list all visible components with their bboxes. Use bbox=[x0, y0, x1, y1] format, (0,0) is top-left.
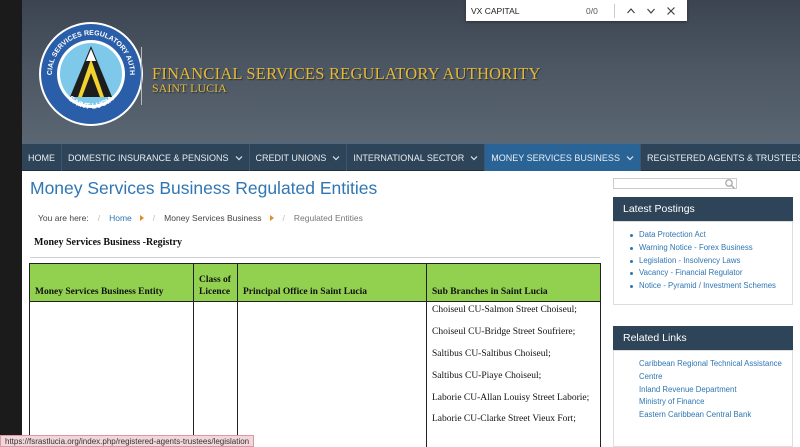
header-divider bbox=[141, 47, 142, 105]
table-row: Choiseul CU-Salmon Street Choiseul; Chois… bbox=[29, 301, 601, 447]
nav-item-label: DOMESTIC INSURANCE & PENSIONS bbox=[68, 152, 229, 163]
column-header-principal-office: Principal Office in Saint Lucia bbox=[237, 263, 427, 302]
breadcrumb-separator: / bbox=[97, 213, 101, 223]
table-header-row: Money Services Business Entity Class of … bbox=[29, 263, 601, 302]
list-item: Saltibus CU-Saltibus Choiseul; bbox=[432, 348, 551, 359]
page-title: Money Services Business Regulated Entiti… bbox=[30, 178, 378, 198]
breadcrumb-prefix: You are here: bbox=[38, 213, 89, 223]
close-icon bbox=[667, 6, 675, 15]
sidebar-link[interactable]: Warning Notice - Forex Business bbox=[630, 242, 792, 255]
search-icon[interactable] bbox=[724, 178, 736, 190]
status-url-tooltip: https://fsrastlucia.org/index.php/regist… bbox=[0, 435, 255, 447]
related-links-panel: Caribbean Regional Technical Assistance C… bbox=[613, 350, 793, 447]
column-header-sub-branches: Sub Branches in Saint Lucia bbox=[426, 263, 601, 302]
nav-item-domestic-insurance-pensions[interactable]: DOMESTIC INSURANCE & PENSIONS bbox=[62, 144, 250, 171]
nav-item-registered-agents-trustees[interactable]: REGISTERED AGENTS & TRUSTEES bbox=[641, 144, 800, 171]
chevron-down-icon bbox=[470, 155, 478, 160]
column-header-entity: Money Services Business Entity bbox=[29, 263, 194, 302]
breadcrumb-parent[interactable]: Money Services Business bbox=[164, 213, 261, 223]
fsra-logo[interactable]: FINANCIAL SERVICES REGULATORY AUTHORITY … bbox=[38, 21, 144, 127]
breadcrumb-current: Regulated Entities bbox=[293, 213, 363, 223]
find-input[interactable] bbox=[466, 0, 586, 21]
nav-item-credit-unions[interactable]: CREDIT UNIONS bbox=[250, 144, 348, 171]
chevron-down-icon bbox=[626, 155, 634, 160]
registry-heading: Money Services Business -Registry bbox=[34, 237, 183, 248]
breadcrumb: You are here: / Home / Money Services Bu… bbox=[38, 213, 363, 223]
sidebar-link[interactable]: Inland Revenue Department bbox=[630, 384, 792, 397]
org-subtitle: SAINT LUCIA bbox=[152, 81, 227, 95]
web-page: FINANCIAL SERVICES REGULATORY AUTHORITY … bbox=[22, 0, 800, 447]
list-item: Saltibus CU-Piaye Choiseul; bbox=[432, 370, 542, 381]
find-previous-button[interactable] bbox=[621, 1, 641, 21]
nav-item-label: INTERNATIONAL SECTOR bbox=[353, 152, 465, 163]
chevron-down-icon bbox=[235, 155, 242, 160]
list-item: Choiseul CU-Bridge Street Soufriere; bbox=[432, 326, 576, 337]
sidebar-link[interactable]: Vacancy - Financial Regulator bbox=[630, 267, 792, 280]
find-separator bbox=[614, 3, 615, 18]
browser-left-edge bbox=[0, 0, 22, 447]
related-links-heading: Related Links bbox=[613, 326, 793, 350]
sidebar-link[interactable]: Notice - Pyramid / Investment Schemes bbox=[630, 280, 792, 293]
nav-item-label: MONEY SERVICES BUSINESS bbox=[491, 152, 620, 163]
nav-item-money-services-business[interactable]: MONEY SERVICES BUSINESS bbox=[485, 144, 641, 171]
sidebar-link[interactable]: Legislation - Insolvency Laws bbox=[630, 255, 792, 268]
chevron-down-icon bbox=[647, 8, 655, 14]
sub-branches-cell: Choiseul CU-Salmon Street Choiseul; Chois… bbox=[426, 301, 601, 447]
chevron-up-icon bbox=[627, 7, 635, 13]
class-cell bbox=[193, 301, 238, 447]
breadcrumb-arrow-icon bbox=[269, 215, 274, 221]
column-header-class: Class of Licence bbox=[193, 263, 238, 302]
sidebar-link[interactable]: Centre bbox=[630, 371, 792, 384]
breadcrumb-separator: / bbox=[282, 213, 285, 223]
nav-item-label: CREDIT UNIONS bbox=[255, 152, 327, 163]
main-nav: HOME DOMESTIC INSURANCE & PENSIONS CREDIT … bbox=[22, 143, 800, 171]
find-bar: 0/0 bbox=[466, 0, 687, 21]
nav-item-label: REGISTERED AGENTS & TRUSTEES bbox=[646, 152, 800, 163]
entity-cell bbox=[29, 301, 194, 447]
sidebar-link[interactable]: Eastern Caribbean Central Bank bbox=[630, 409, 792, 422]
latest-postings-heading: Latest Postings bbox=[613, 197, 793, 221]
latest-postings-list: Data Protection Act Warning Notice - Fore… bbox=[614, 222, 792, 293]
latest-postings-panel: Data Protection Act Warning Notice - Fore… bbox=[613, 221, 793, 305]
breadcrumb-arrow-icon bbox=[139, 215, 144, 221]
nav-item-home[interactable]: HOME bbox=[22, 144, 62, 171]
list-item: Laborie CU-Allan Louisy Street Laborie; bbox=[432, 392, 590, 403]
registry-table: Money Services Business Entity Class of … bbox=[29, 263, 601, 447]
breadcrumb-home-link[interactable]: Home bbox=[109, 213, 132, 223]
list-item: Laborie CU-Clarke Street Vieux Fort; bbox=[432, 414, 576, 425]
sidebar-link[interactable]: Data Protection Act bbox=[630, 229, 792, 242]
chevron-down-icon bbox=[332, 155, 340, 160]
sidebar-link[interactable]: Caribbean Regional Technical Assistance bbox=[630, 358, 792, 371]
principal-office-cell bbox=[237, 301, 427, 447]
find-match-count: 0/0 bbox=[586, 5, 598, 16]
breadcrumb-separator: / bbox=[152, 213, 156, 223]
list-item: Choiseul CU-Salmon Street Choiseul; bbox=[432, 305, 577, 315]
heading-divider bbox=[30, 257, 600, 258]
find-next-button[interactable] bbox=[641, 1, 661, 21]
sidebar-link[interactable]: Ministry of Finance bbox=[630, 396, 792, 409]
site-header: FINANCIAL SERVICES REGULATORY AUTHORITY … bbox=[22, 0, 800, 143]
related-links-list: Caribbean Regional Technical Assistance C… bbox=[614, 351, 792, 422]
search-input[interactable] bbox=[613, 178, 737, 189]
nav-item-international-sector[interactable]: INTERNATIONAL SECTOR bbox=[347, 144, 486, 171]
find-close-button[interactable] bbox=[661, 1, 681, 21]
nav-item-label: HOME bbox=[28, 152, 55, 163]
branch-list: Choiseul CU-Salmon Street Choiseul; Chois… bbox=[427, 302, 600, 426]
